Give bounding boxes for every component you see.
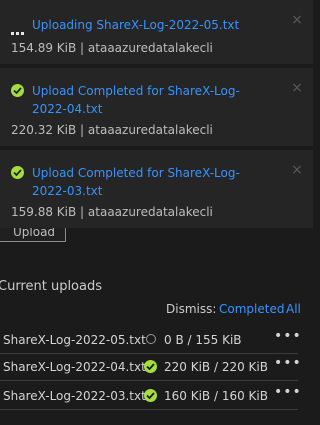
notification-meta: 154.89 KiB | ataaazuredatalakecli: [11, 41, 213, 55]
close-icon[interactable]: ×: [291, 81, 303, 95]
current-uploads-title: Current uploads: [0, 279, 103, 294]
notification-title: Upload Completed for ShareX-Log-2022-04.…: [32, 84, 240, 116]
notification-meta: 220.32 KiB | ataaazuredatalakecli: [11, 123, 213, 137]
upload-progress-text: 220 KiB / 220 KiB: [164, 360, 268, 374]
more-options-icon[interactable]: •••: [274, 355, 302, 371]
upload-file-name: ShareX-Log-2022-03.txt: [3, 389, 146, 403]
close-icon[interactable]: ×: [291, 163, 303, 177]
dismiss-all-link[interactable]: All: [286, 302, 301, 316]
upload-row: ShareX-Log-2022-05.txt 0 B / 155 KiB •••: [0, 327, 301, 354]
upload-row: ShareX-Log-2022-04.txt 220 KiB / 220 KiB…: [0, 354, 301, 381]
upload-notification: Upload Completed for ShareX-Log-2022-03.…: [0, 150, 313, 228]
upload-progress-text: 0 B / 155 KiB: [164, 333, 242, 347]
more-options-icon[interactable]: •••: [274, 384, 302, 400]
notification-meta: 159.88 KiB | ataaazuredatalakecli: [11, 205, 213, 219]
upload-file-name: ShareX-Log-2022-05.txt: [3, 333, 146, 347]
check-circle-icon: [11, 84, 24, 97]
notification-title: Uploading ShareX-Log-2022-05.txt: [32, 18, 240, 32]
dismiss-label: Dismiss:: [166, 302, 217, 316]
close-icon[interactable]: ×: [291, 13, 303, 27]
upload-notification: Uploading ShareX-Log-2022-05.txt 154.89 …: [0, 0, 313, 64]
dismiss-completed-link[interactable]: Completed: [219, 302, 284, 316]
upload-notification: Upload Completed for ShareX-Log-2022-04.…: [0, 68, 313, 146]
upload-row: ShareX-Log-2022-03.txt 160 KiB / 160 KiB…: [0, 383, 301, 410]
ellipsis-icon: [11, 24, 27, 35]
upload-file-name: ShareX-Log-2022-04.txt: [3, 360, 146, 374]
more-options-icon[interactable]: •••: [274, 328, 302, 344]
notification-title: Upload Completed for ShareX-Log-2022-03.…: [32, 166, 240, 198]
upload-progress-text: 160 KiB / 160 KiB: [164, 389, 268, 403]
check-circle-icon: [11, 166, 24, 179]
